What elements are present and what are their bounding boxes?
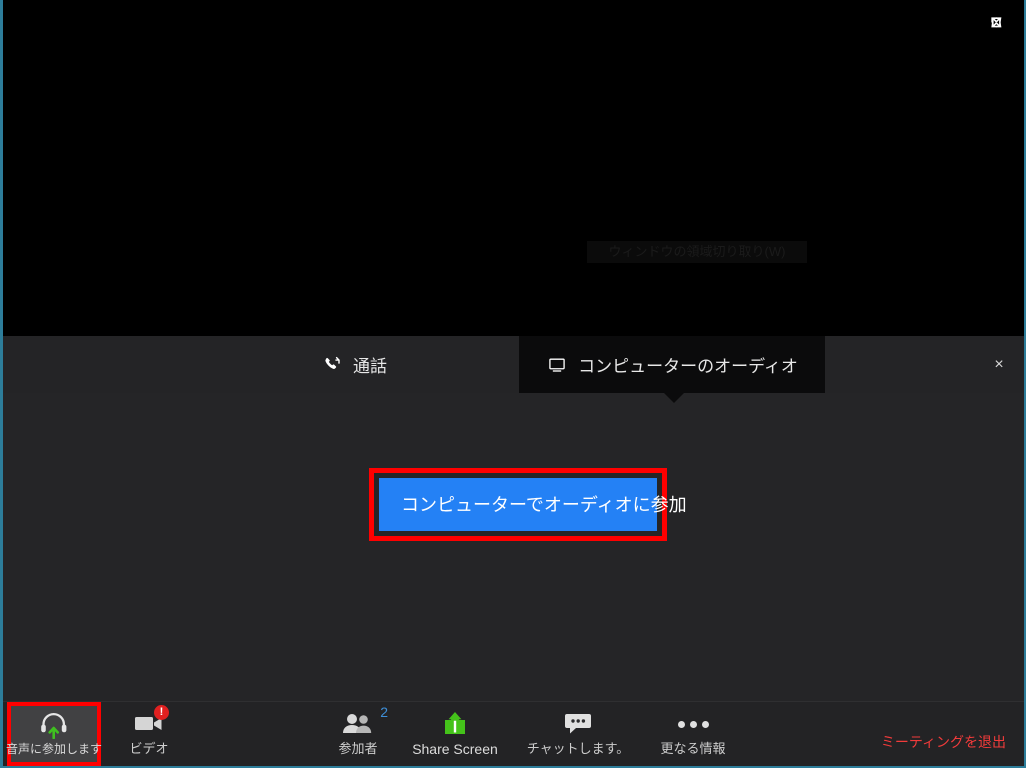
- audio-dialog-panel: コンピューターでオーディオに参加: [3, 393, 1024, 702]
- participants-icon: 2: [341, 704, 388, 740]
- tab-computer-audio[interactable]: コンピューターのオーディオ: [519, 336, 825, 393]
- video-stage: ウィンドウの領域切り取り(W): [3, 0, 1024, 336]
- toolbar-item-participants-label: 参加者: [338, 741, 378, 756]
- fullscreen-expand-icon[interactable]: [986, 12, 1010, 36]
- toolbar-item-join-audio-label: 音声に参加します: [6, 742, 103, 756]
- video-camera-icon: !: [133, 705, 169, 740]
- join-audio-highlight-box: コンピューターでオーディオに参加: [369, 468, 687, 541]
- toolbar-item-participants[interactable]: 2 参加者: [317, 702, 399, 766]
- headphones-join-audio-icon: [37, 708, 71, 740]
- phone-handset-icon: [321, 354, 343, 376]
- meeting-toolbar: 音声に参加します ! ビデオ 2 参加者 Share Screen チャットしま…: [3, 701, 1024, 766]
- toolbar-item-join-audio[interactable]: 音声に参加します: [6, 702, 103, 766]
- toolbar-item-video-label: ビデオ: [129, 741, 169, 756]
- toolbar-item-share-screen[interactable]: Share Screen: [407, 702, 503, 766]
- audio-dialog-tabstrip: 通話 コンピューターのオーディオ ×: [3, 336, 1024, 394]
- share-screen-icon: [439, 708, 471, 740]
- active-tab-pointer: [663, 392, 685, 403]
- more-dots-icon: [677, 708, 709, 740]
- zoom-meeting-window: ウィンドウの領域切り取り(W) 通話 コンピューターのオーディオ × コンピュー…: [0, 0, 1026, 768]
- chat-bubble-icon: [563, 708, 593, 740]
- toolbar-item-share-screen-label: Share Screen: [412, 741, 498, 757]
- toolbar-item-chat-label: チャットします。: [526, 741, 630, 756]
- toolbar-item-more-label: 更なる情報: [660, 741, 726, 756]
- leave-meeting-button[interactable]: ミーティングを退出: [881, 702, 1006, 766]
- participants-count-badge: 2: [380, 704, 388, 720]
- monitor-icon: [546, 354, 568, 376]
- video-warning-badge: !: [154, 705, 169, 720]
- toolbar-item-video[interactable]: ! ビデオ: [113, 702, 185, 766]
- toolbar-item-more[interactable]: 更なる情報: [651, 702, 735, 766]
- window-snip-overlay-text: ウィンドウの領域切り取り(W): [587, 241, 807, 263]
- close-icon[interactable]: ×: [982, 336, 1016, 393]
- tab-computer-audio-label: コンピューターのオーディオ: [578, 357, 798, 376]
- toolbar-item-chat[interactable]: チャットします。: [527, 702, 629, 766]
- tab-call[interactable]: 通話: [189, 336, 519, 393]
- tab-call-label: 通話: [353, 357, 387, 376]
- join-computer-audio-button[interactable]: コンピューターでオーディオに参加: [379, 478, 687, 531]
